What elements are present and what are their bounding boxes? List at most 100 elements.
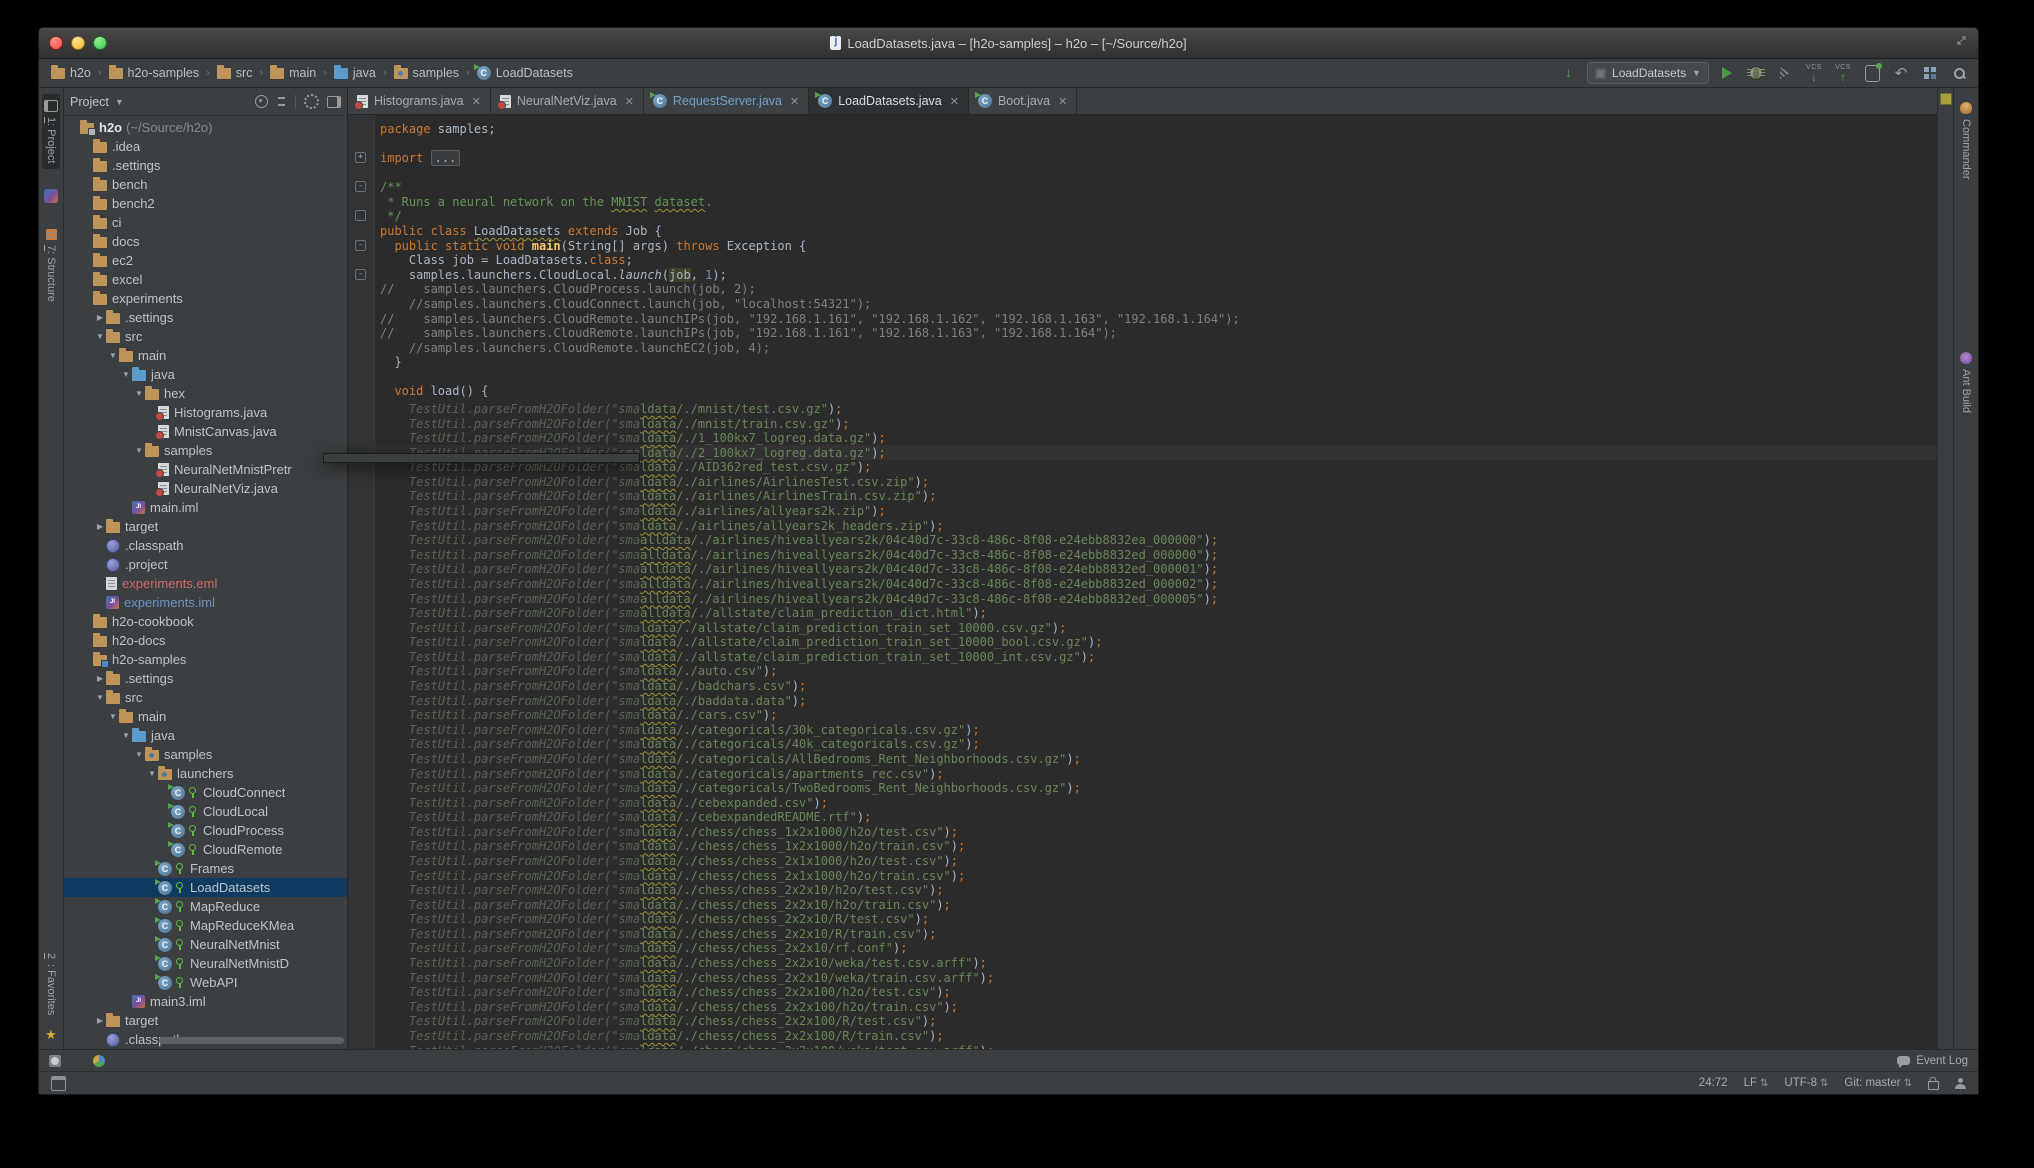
tree-row[interactable]: ▼main: [64, 346, 347, 365]
tree-row[interactable]: experiments.eml: [64, 574, 347, 593]
sidebar-item-changes[interactable]: [93, 1055, 111, 1067]
tree-row[interactable]: .project: [64, 555, 347, 574]
tree-row[interactable]: ▼samples: [64, 745, 347, 764]
close-icon[interactable]: ✕: [950, 95, 959, 108]
fold-marker-icon[interactable]: -: [355, 269, 366, 280]
tree-row[interactable]: CNeuralNetMnistD: [64, 954, 347, 973]
undo-icon[interactable]: [1890, 63, 1912, 83]
close-icon[interactable]: ✕: [625, 95, 634, 108]
git-branch-select[interactable]: Git: master⇅: [1844, 1077, 1912, 1089]
changes-dialog-button[interactable]: [1861, 63, 1883, 83]
tab-requestserver-java[interactable]: CRequestServer.java✕: [644, 88, 809, 114]
tab-neuralnetviz-java[interactable]: NeuralNetViz.java✕: [491, 88, 644, 114]
tree-row[interactable]: ▶.settings: [64, 308, 347, 327]
tree-expanded-arrow-icon[interactable]: ▼: [94, 332, 106, 341]
breadcrumb-item[interactable]: main: [266, 65, 320, 81]
breadcrumb-item[interactable]: src: [213, 65, 257, 81]
sidebar-item-todo[interactable]: [49, 1055, 67, 1067]
sidebar-item-commander[interactable]: Commander: [1958, 96, 1974, 186]
caret-position[interactable]: 24:72: [1699, 1077, 1728, 1089]
tree-row[interactable]: .settings: [64, 156, 347, 175]
tree-expanded-arrow-icon[interactable]: ▼: [94, 693, 106, 702]
tree-collapsed-arrow-icon[interactable]: ▶: [94, 522, 106, 531]
fullscreen-icon[interactable]: [1955, 34, 1968, 52]
tree-row[interactable]: CCloudLocal: [64, 802, 347, 821]
tree-row[interactable]: CWebAPI: [64, 973, 347, 992]
tree-row[interactable]: ▼main: [64, 707, 347, 726]
tab-boot-java[interactable]: CBoot.java✕: [969, 88, 1077, 114]
breadcrumb-item[interactable]: h2o-samples: [105, 65, 204, 81]
tree-row[interactable]: .idea: [64, 137, 347, 156]
fold-marker-icon[interactable]: -: [355, 240, 366, 251]
changed-files-icon[interactable]: [1558, 63, 1580, 83]
sidebar-item-1-project[interactable]: 1: Project: [42, 94, 60, 169]
tree-row[interactable]: bench2: [64, 194, 347, 213]
tree-row[interactable]: CMapReduce: [64, 897, 347, 916]
tree-row[interactable]: ▶target: [64, 1011, 347, 1030]
tree-row[interactable]: docs: [64, 232, 347, 251]
debug-button[interactable]: [1745, 63, 1767, 83]
horizontal-scrollbar[interactable]: [159, 1037, 344, 1044]
tree-row[interactable]: ci: [64, 213, 347, 232]
close-icon[interactable]: ✕: [1058, 95, 1067, 108]
tree-collapsed-arrow-icon[interactable]: ▶: [94, 674, 106, 683]
tree-row[interactable]: h2o (~/Source/h2o): [64, 118, 347, 137]
tool-window-toggle-icon[interactable]: [51, 1076, 66, 1091]
tree-row[interactable]: ▼src: [64, 327, 347, 346]
fold-marker-icon[interactable]: -: [355, 181, 366, 192]
fold-marker-icon[interactable]: [355, 210, 366, 221]
run-configuration-select[interactable]: LoadDatasets ▼: [1587, 62, 1709, 84]
tree-row[interactable]: NeuralNetMnistPretr: [64, 460, 347, 479]
tree-expanded-arrow-icon[interactable]: ▼: [133, 446, 145, 455]
tree-row[interactable]: ▼src: [64, 688, 347, 707]
sidebar-item-favorites[interactable]: 2: Favorites: [43, 947, 59, 1021]
close-window-button[interactable]: [49, 36, 63, 50]
search-icon[interactable]: [1948, 63, 1970, 83]
scroll-to-source-icon[interactable]: [255, 95, 268, 108]
lock-icon[interactable]: [1928, 1081, 1939, 1090]
tree-expanded-arrow-icon[interactable]: ▼: [120, 731, 132, 740]
tab-loaddatasets-java[interactable]: CLoadDatasets.java✕: [809, 88, 969, 114]
tree-collapsed-arrow-icon[interactable]: ▶: [94, 313, 106, 322]
project-view-select[interactable]: Project▼: [70, 95, 124, 109]
tree-row[interactable]: JImain3.iml: [64, 992, 347, 1011]
fold-marker-icon[interactable]: +: [355, 152, 366, 163]
tree-row[interactable]: ▼samples: [64, 441, 347, 460]
tree-row[interactable]: CCloudRemote: [64, 840, 347, 859]
vcs-update-button[interactable]: VCS↓: [1803, 63, 1825, 83]
line-ending-select[interactable]: LF⇅: [1744, 1077, 1769, 1089]
tree-row[interactable]: CCloudConnect: [64, 783, 347, 802]
tree-row[interactable]: ▼java: [64, 365, 347, 384]
tree-row[interactable]: Histograms.java: [64, 403, 347, 422]
run-button[interactable]: [1716, 63, 1738, 83]
event-log-button[interactable]: Event Log: [1897, 1055, 1968, 1067]
tree-row[interactable]: JImain.iml: [64, 498, 347, 517]
close-icon[interactable]: ✕: [472, 95, 481, 108]
tree-expanded-arrow-icon[interactable]: ▼: [107, 712, 119, 721]
sidebar-item-7-structure[interactable]: 7: Structure: [43, 223, 59, 308]
minimize-window-button[interactable]: [71, 36, 85, 50]
tab-histograms-java[interactable]: Histograms.java✕: [348, 88, 491, 114]
tree-expanded-arrow-icon[interactable]: ▼: [120, 370, 132, 379]
tree-row[interactable]: ▼hex: [64, 384, 347, 403]
tree-expanded-arrow-icon[interactable]: ▼: [133, 750, 145, 759]
tree-row[interactable]: h2o-cookbook: [64, 612, 347, 631]
vcs-commit-button[interactable]: VCS↑: [1832, 63, 1854, 83]
code-editor[interactable]: package samples;+import ...-/** * Runs a…: [348, 115, 1937, 1049]
project-structure-button[interactable]: [1919, 63, 1941, 83]
tree-row[interactable]: bench: [64, 175, 347, 194]
tree-row[interactable]: ▼launchers: [64, 764, 347, 783]
tree-row[interactable]: CCloudProcess: [64, 821, 347, 840]
tree-row[interactable]: h2o-docs: [64, 631, 347, 650]
inspection-marker-bar[interactable]: [1937, 88, 1953, 1049]
tree-row[interactable]: JIexperiments.iml: [64, 593, 347, 612]
tree-collapsed-arrow-icon[interactable]: ▶: [94, 1016, 106, 1025]
tree-expanded-arrow-icon[interactable]: ▼: [133, 389, 145, 398]
breadcrumb-item[interactable]: h2o: [47, 65, 95, 81]
tree-row[interactable]: .classpath: [64, 536, 347, 555]
breadcrumb-item[interactable]: samples: [390, 65, 464, 81]
zoom-window-button[interactable]: [93, 36, 107, 50]
tree-row[interactable]: CNeuralNetMnist: [64, 935, 347, 954]
close-icon[interactable]: ✕: [790, 95, 799, 108]
tree-expanded-arrow-icon[interactable]: ▼: [107, 351, 119, 360]
